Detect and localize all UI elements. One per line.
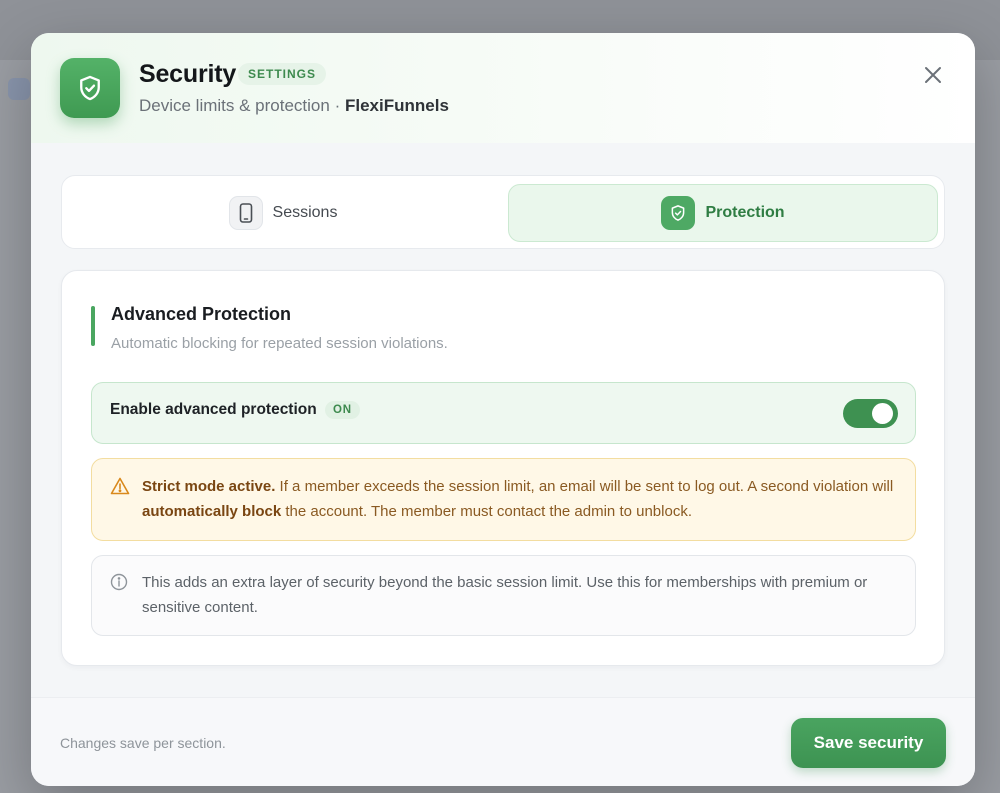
close-icon	[925, 67, 941, 83]
save-security-button[interactable]: Save security	[791, 718, 946, 768]
advanced-protection-row: Enable advanced protection ON	[91, 382, 916, 444]
security-modal: Security SETTINGS Device limits & protec…	[31, 33, 975, 786]
status-badge: ON	[325, 401, 360, 419]
section-description: Automatic blocking for repeated session …	[111, 335, 448, 352]
warning-emphasis: automatically block	[142, 503, 282, 520]
strict-mode-warning: Strict mode active. If a member exceeds …	[91, 458, 916, 541]
close-button[interactable]	[921, 63, 945, 87]
subtitle-text: Device limits & protection	[139, 96, 330, 115]
warning-text-part-1: If a member exceeds the session limit, a…	[275, 478, 894, 495]
info-note: This adds an extra layer of security bey…	[91, 555, 916, 636]
info-text: This adds an extra layer of security bey…	[142, 574, 868, 616]
phone-icon	[228, 196, 263, 230]
footer-note: Changes save per section.	[60, 735, 226, 751]
tab-protection[interactable]: Protection	[508, 184, 938, 242]
tab-sessions-label: Sessions	[272, 204, 338, 221]
warning-lead: Strict mode active.	[142, 478, 276, 495]
modal-header: Security SETTINGS Device limits & protec…	[31, 33, 975, 143]
modal-subtitle: Device limits & protection · FlexiFunnel…	[139, 96, 449, 116]
warning-text-part-2: the account. The member must contact the…	[281, 503, 692, 520]
shield-check-icon	[661, 196, 696, 230]
section-title: Advanced Protection	[111, 304, 292, 324]
section-accent-bar	[91, 306, 95, 346]
shield-check-icon	[60, 58, 120, 118]
subtitle-separator: ·	[334, 96, 341, 115]
tab-sessions[interactable]: Sessions	[68, 184, 498, 242]
advanced-protection-toggle[interactable]	[843, 399, 898, 428]
protection-card: Advanced Protection Automatic blocking f…	[61, 270, 945, 666]
toggle-label: Enable advanced protection	[110, 401, 317, 418]
warning-text: Strict mode active. If a member exceeds …	[142, 474, 897, 524]
settings-badge: SETTINGS	[238, 63, 327, 85]
tab-bar: Sessions Protection	[61, 175, 945, 249]
brand-name: FlexiFunnels	[344, 96, 449, 115]
tab-protection-label: Protection	[705, 204, 785, 221]
background-chip	[8, 78, 30, 100]
warning-triangle-icon	[110, 477, 130, 500]
toggle-knob	[872, 403, 893, 424]
modal-footer: Changes save per section. Save security	[31, 697, 975, 786]
info-circle-icon	[110, 573, 128, 596]
modal-title: Security	[139, 60, 237, 88]
